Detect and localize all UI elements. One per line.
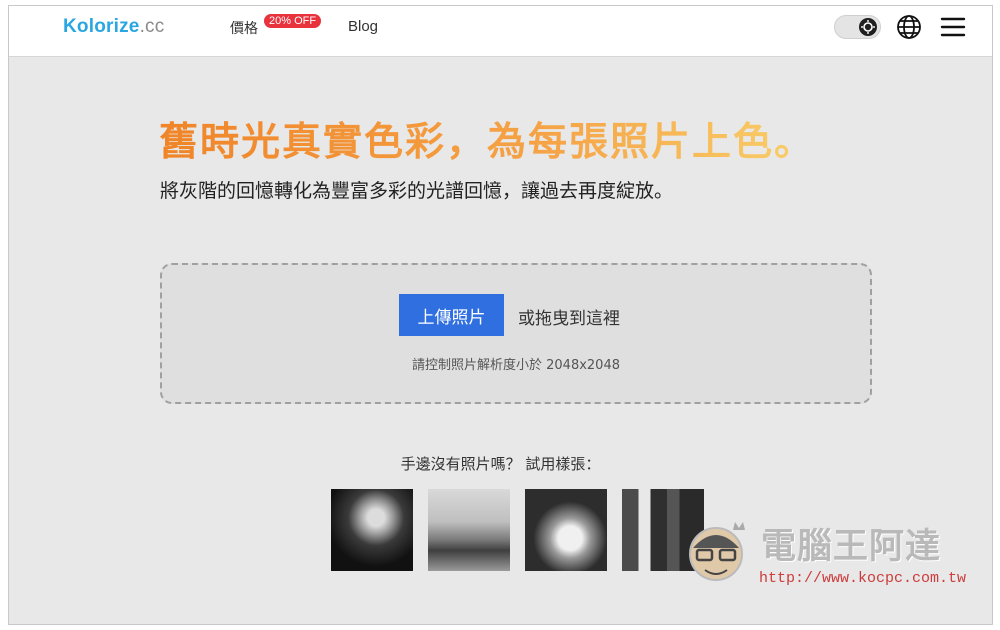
watermark: 電腦王阿達 http://www.kocpc.com.tw [681, 518, 971, 598]
hero-title: 舊時光真實色彩，為每張照片上色。 [159, 111, 815, 167]
discount-badge: 20% OFF [264, 14, 322, 28]
sample-vintage-car[interactable] [428, 489, 510, 571]
nav-blog-link[interactable]: Blog [348, 18, 378, 35]
globe-icon[interactable] [896, 14, 922, 40]
logo-tld: .cc [139, 16, 165, 37]
sample-cat[interactable] [525, 489, 607, 571]
theme-toggle[interactable] [834, 15, 881, 39]
logo-main: Kolorize [63, 16, 140, 37]
nav-pricing-link[interactable]: 價格 [230, 18, 258, 38]
top-navbar: Kolorize.cc 價格 20% OFF Blog [9, 6, 992, 57]
hamburger-menu-icon[interactable] [940, 15, 966, 39]
samples-label: 手邊沒有照片嗎？ 試用樣張： [400, 455, 601, 473]
site-logo[interactable]: Kolorize.cc [63, 16, 164, 38]
watermark-url: http://www.kocpc.com.tw [759, 570, 967, 587]
resolution-hint: 請控制照片解析度小於 2048x2048 [412, 358, 620, 373]
hero-subtitle: 將灰階的回憶轉化為豐富多彩的光譜回憶，讓過去再度綻放。 [160, 180, 674, 202]
browser-viewport: Kolorize.cc 價格 20% OFF Blog 舊時光真實色彩，為每張照… [8, 5, 993, 625]
drag-drop-text: 或拖曳到這裡 [518, 309, 620, 329]
upload-photo-button[interactable]: 上傳照片 [399, 294, 504, 336]
watermark-mascot-icon [689, 522, 745, 581]
sample-images [331, 489, 704, 571]
theme-toggle-icon [859, 18, 877, 36]
upload-dropzone[interactable]: 上傳照片 或拖曳到這裡 請控制照片解析度小於 2048x2048 [160, 263, 872, 404]
watermark-text: 電腦王阿達 [761, 527, 942, 567]
sample-portrait[interactable] [331, 489, 413, 571]
